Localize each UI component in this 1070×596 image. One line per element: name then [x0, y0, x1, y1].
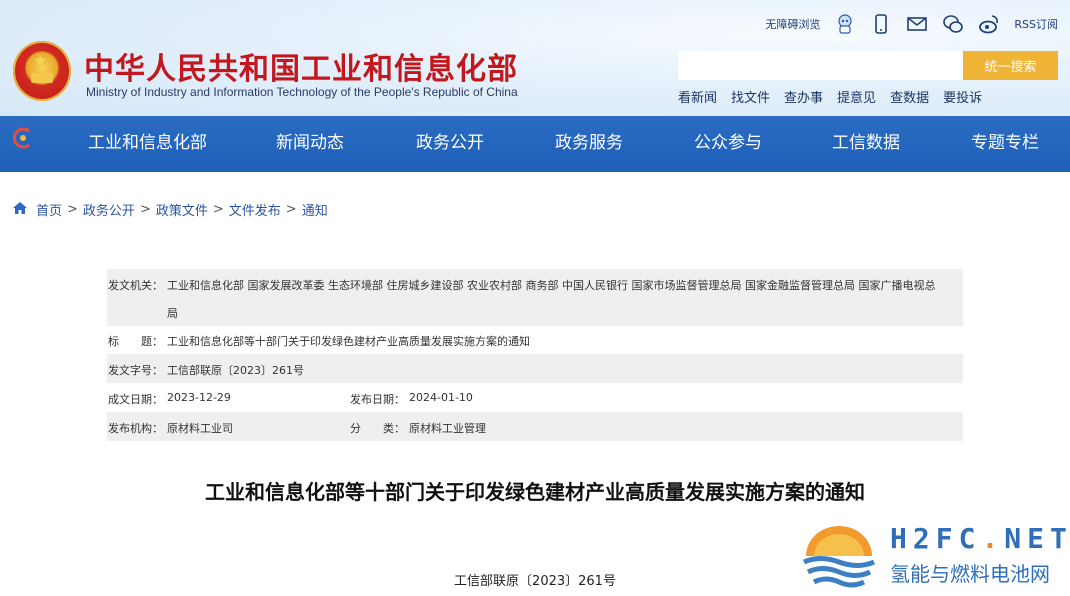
quick-link-data[interactable]: 查数据 [890, 87, 929, 106]
title-label: 标 题： [108, 335, 163, 348]
nav-item-data[interactable]: 工信数据 [832, 128, 900, 153]
site-header: ★ 中华人民共和国工业和信息化部 Ministry of Industry an… [0, 0, 1070, 172]
docno-value: 工信部联原〔2023〕261号 [167, 364, 304, 377]
breadcrumb: 首页 > 政务公开 > 政策文件 > 文件发布 > 通知 [12, 200, 328, 219]
breadcrumb-separator: > [212, 202, 224, 217]
home-icon[interactable] [12, 201, 28, 219]
quick-link-complaint[interactable]: 要投诉 [943, 87, 982, 106]
nav-item-ministry[interactable]: 工业和信息化部 [88, 128, 207, 153]
nav-item-participation[interactable]: 公众参与 [694, 128, 762, 153]
published-value: 2024-01-10 [409, 391, 473, 404]
search-bar: 统一搜索 [678, 51, 1058, 80]
search-input[interactable] [678, 51, 963, 80]
h2fc-brand-text: H2FC.NET [890, 522, 1070, 555]
issuer-value-cont: 局 [167, 307, 178, 320]
h2fc-logo-icon [800, 522, 878, 590]
breadcrumb-notice[interactable]: 通知 [302, 200, 328, 219]
quick-link-feedback[interactable]: 提意见 [837, 87, 876, 106]
h2fc-brand-dot: . [981, 522, 1005, 555]
quick-links: 看新闻 找文件 查办事 提意见 查数据 要投诉 [678, 87, 982, 106]
document-metadata-table: 发文机关： 工业和信息化部 国家发展改革委 生态环境部 住房城乡建设部 农业农村… [107, 269, 963, 441]
category-value: 原材料工业管理 [409, 422, 486, 435]
national-emblem-icon[interactable]: ★ [13, 41, 71, 101]
breadcrumb-publications[interactable]: 文件发布 [229, 200, 281, 219]
h2fc-brand-chinese: 氢能与燃料电池网 [890, 562, 1050, 586]
quick-link-news[interactable]: 看新闻 [678, 87, 717, 106]
quick-link-services[interactable]: 查办事 [784, 87, 823, 106]
issuer-value: 工业和信息化部 国家发展改革委 生态环境部 住房城乡建设部 农业农村部 商务部 … [167, 279, 936, 292]
accessible-browse-link[interactable]: 无障碍浏览 [765, 16, 820, 32]
h2fc-brand-a: H2FC [890, 522, 982, 555]
h2fc-brand-b: NET [1004, 522, 1070, 555]
quick-link-documents[interactable]: 找文件 [731, 87, 770, 106]
mobile-icon[interactable] [870, 13, 892, 35]
meta-row-docno: 发文字号： 工信部联原〔2023〕261号 [107, 354, 963, 383]
breadcrumb-policy-docs[interactable]: 政策文件 [156, 200, 208, 219]
nav-item-services[interactable]: 政务服务 [555, 128, 623, 153]
h2fc-watermark: H2FC.NET 氢能与燃料电池网 [800, 518, 1070, 596]
created-value: 2023-12-29 [167, 391, 231, 404]
breadcrumb-separator: > [285, 202, 297, 217]
site-subtitle: Ministry of Industry and Information Tec… [86, 85, 518, 99]
breadcrumb-separator: > [139, 202, 151, 217]
category-label: 分 类： [350, 422, 405, 435]
org-label: 发布机构： [108, 422, 163, 435]
weibo-icon[interactable] [978, 13, 1000, 35]
robot-assistant-icon[interactable] [834, 13, 856, 35]
wechat-icon[interactable] [942, 13, 964, 35]
created-label: 成文日期： [108, 393, 163, 406]
mail-icon[interactable] [906, 13, 928, 35]
top-links: 无障碍浏览 RSS订阅 [765, 12, 1058, 36]
meta-row-issuer: 发文机关： 工业和信息化部 国家发展改革委 生态环境部 住房城乡建设部 农业农村… [107, 269, 963, 326]
title-value: 工业和信息化部等十部门关于印发绿色建材产业高质量发展实施方案的通知 [167, 335, 530, 348]
meta-row-org: 发布机构： 原材料工业司 分 类： 原材料工业管理 [107, 412, 963, 441]
docno-label: 发文字号： [108, 364, 163, 377]
document-title: 工业和信息化部等十部门关于印发绿色建材产业高质量发展实施方案的通知 [205, 480, 865, 504]
rss-link[interactable]: RSS订阅 [1014, 16, 1058, 32]
meta-row-dates: 成文日期： 2023-12-29 发布日期： 2024-01-10 [107, 383, 963, 412]
org-value: 原材料工业司 [167, 422, 233, 435]
breadcrumb-gov-affairs[interactable]: 政务公开 [83, 200, 135, 219]
site-title[interactable]: 中华人民共和国工业和信息化部 [84, 44, 518, 88]
nav-item-gov-affairs[interactable]: 政务公开 [416, 128, 484, 153]
nav-item-topics[interactable]: 专题专栏 [971, 128, 1039, 153]
breadcrumb-separator: > [67, 202, 78, 217]
ministry-logo-icon[interactable] [12, 126, 34, 150]
issuer-label: 发文机关： [108, 279, 163, 292]
published-label: 发布日期： [350, 393, 405, 406]
meta-row-title: 标 题： 工业和信息化部等十部门关于印发绿色建材产业高质量发展实施方案的通知 [107, 326, 963, 354]
nav-item-news[interactable]: 新闻动态 [276, 128, 344, 153]
main-nav: 工业和信息化部 新闻动态 政务公开 政务服务 公众参与 工信数据 专题专栏 [0, 116, 1070, 166]
breadcrumb-home[interactable]: 首页 [36, 200, 62, 219]
unified-search-button[interactable]: 统一搜索 [963, 51, 1058, 80]
